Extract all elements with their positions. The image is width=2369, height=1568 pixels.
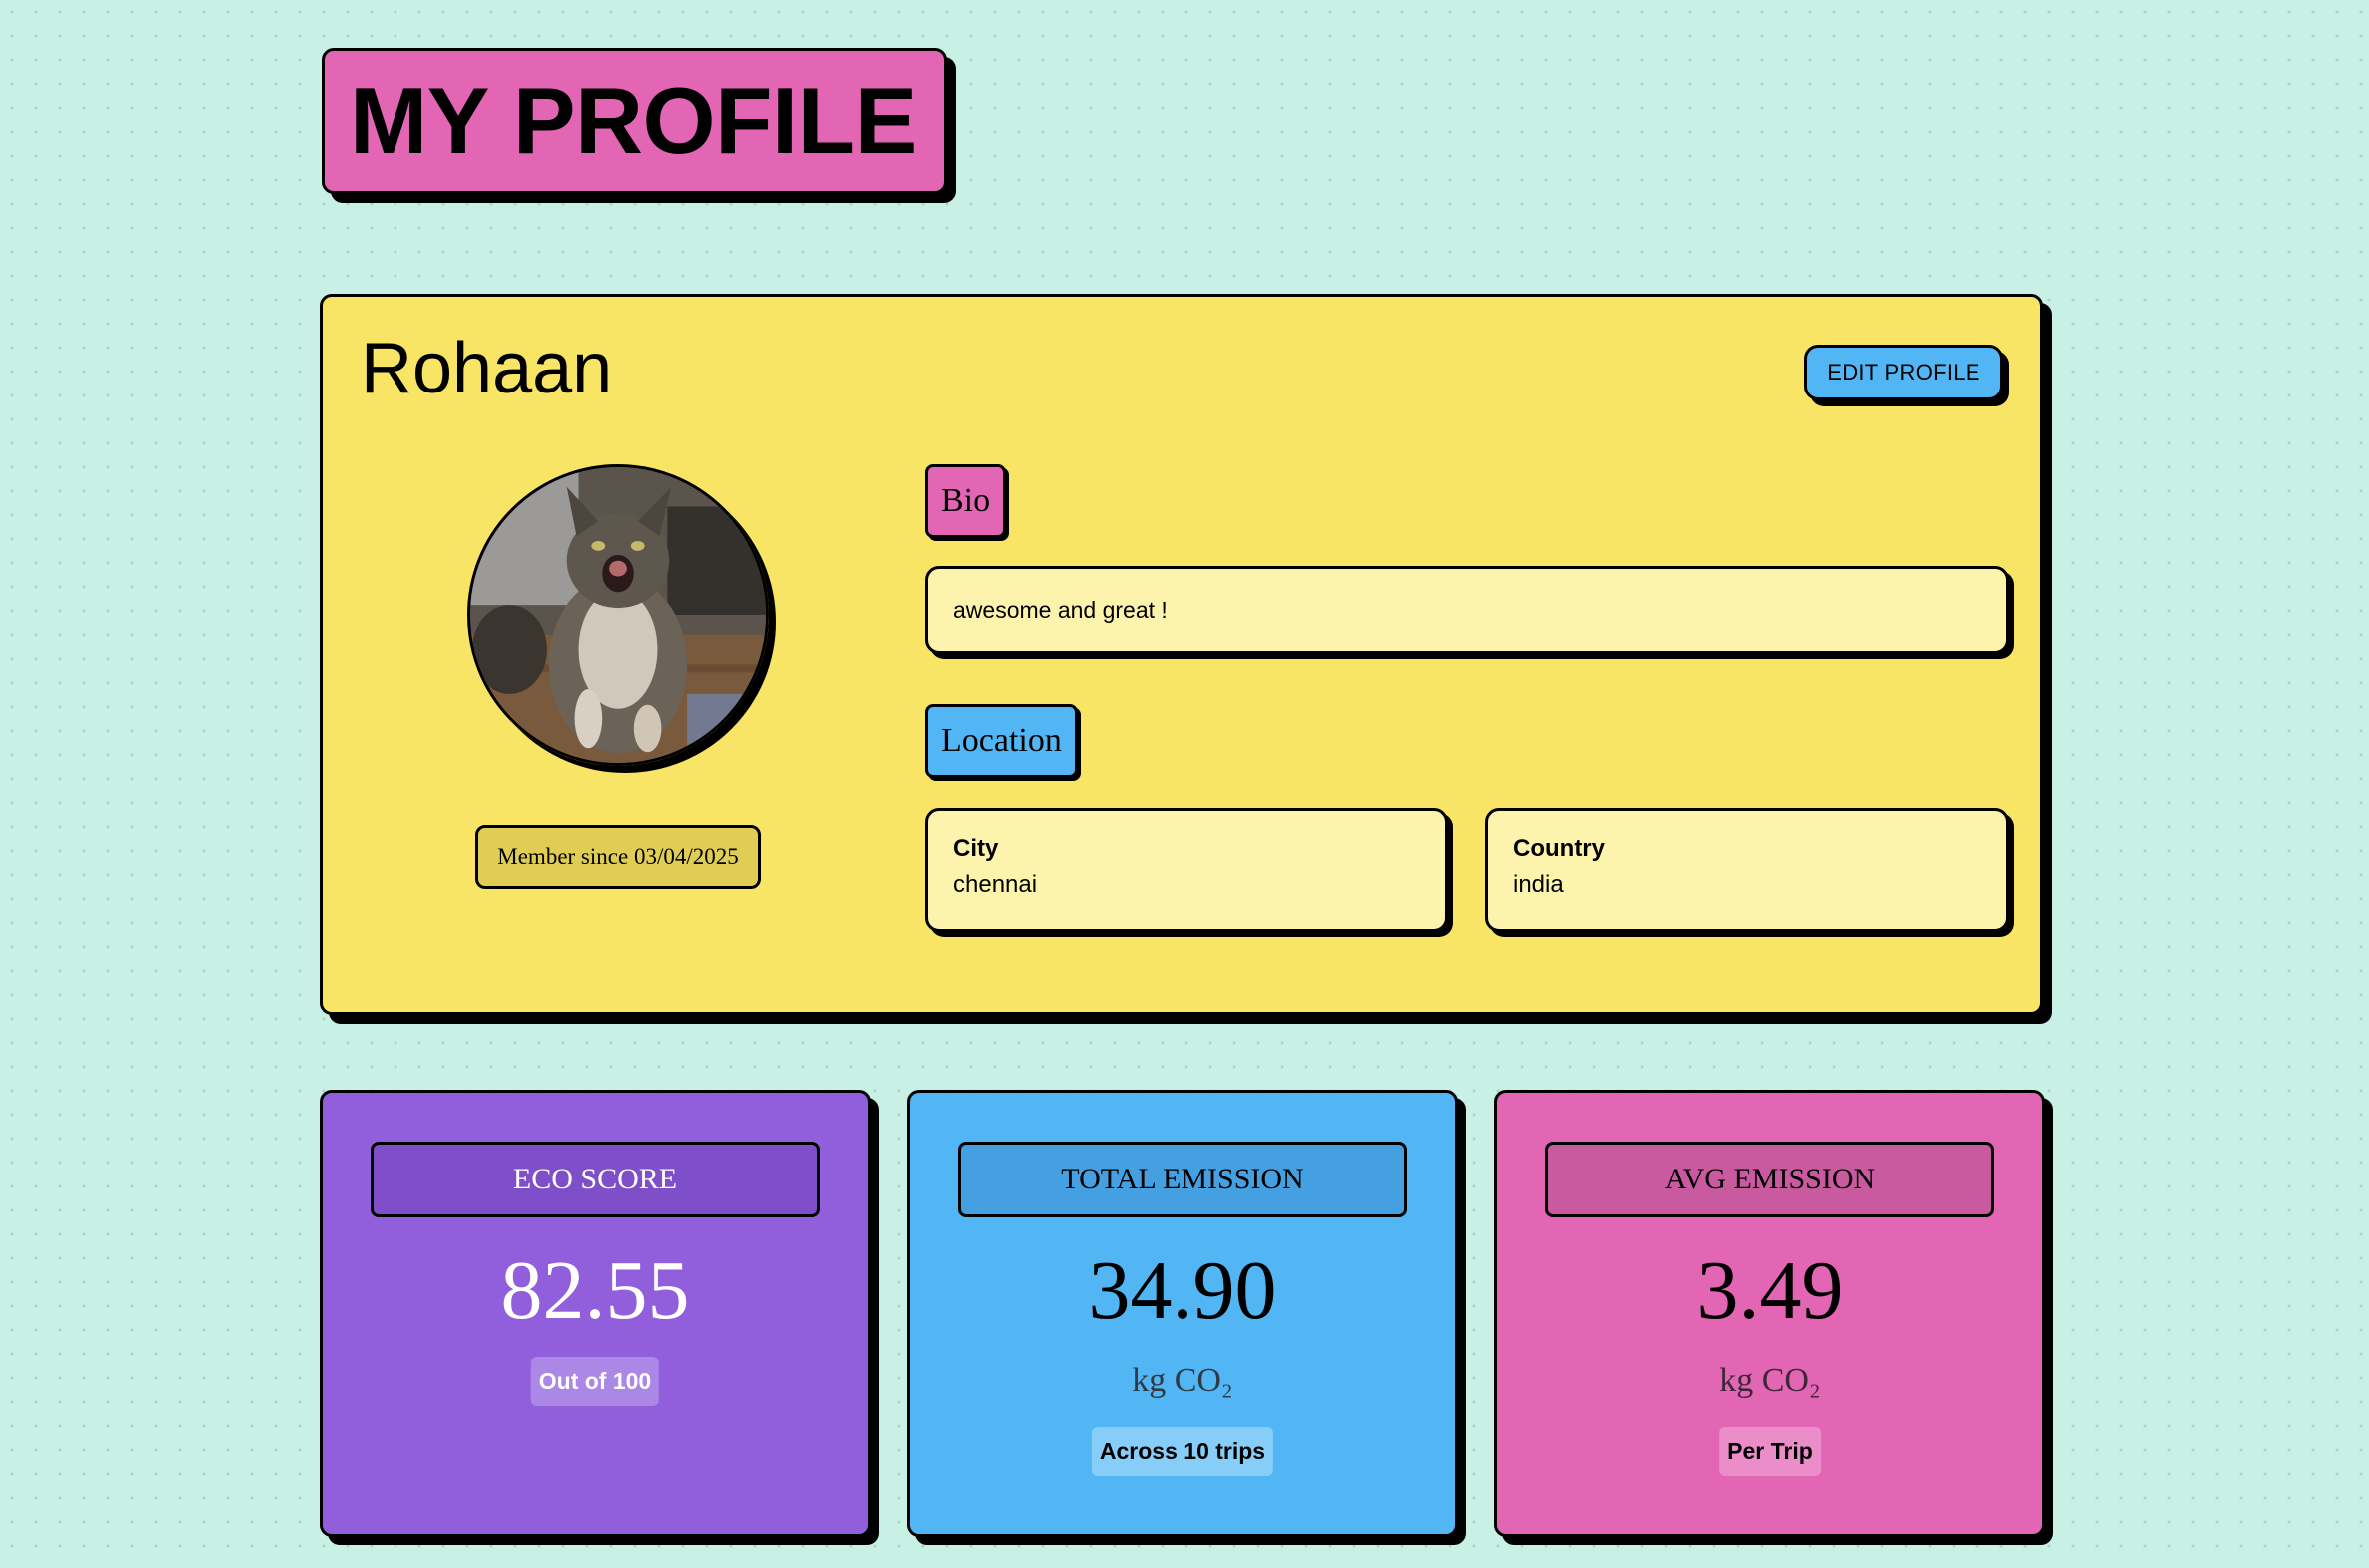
avg-emission-unit: kg CO₂ — [1719, 1362, 1821, 1399]
eco-score-title: ECO SCORE — [371, 1142, 820, 1217]
avg-emission-card: AVG EMISSION 3.49 kg CO₂ Per Trip — [1494, 1090, 2045, 1537]
cat-photo — [470, 467, 766, 763]
city-label: City — [953, 835, 999, 862]
bio-field: awesome and great ! — [925, 566, 2009, 654]
edit-profile-button[interactable]: EDIT PROFILE — [1804, 345, 2003, 400]
avg-emission-title: AVG EMISSION — [1545, 1142, 1994, 1217]
total-emission-unit: kg CO₂ — [1132, 1362, 1233, 1399]
total-emission-title: TOTAL EMISSION — [958, 1142, 1407, 1217]
avg-emission-note: Per Trip — [1719, 1427, 1821, 1476]
bio-label: Bio — [925, 464, 1007, 538]
avg-emission-value: 3.49 — [1696, 1244, 1844, 1337]
eco-score-note: Out of 100 — [530, 1357, 660, 1406]
city-value: chennai — [953, 871, 1038, 898]
country-label: Country — [1513, 835, 1605, 862]
total-emission-value: 34.90 — [1088, 1244, 1277, 1337]
city-field: City chennai — [925, 808, 1448, 932]
eco-score-value: 82.55 — [500, 1244, 690, 1337]
page-title: MY PROFILE — [350, 68, 917, 173]
total-emission-card: TOTAL EMISSION 34.90 kg CO₂ Across 10 tr… — [907, 1090, 1458, 1537]
total-emission-note: Across 10 trips — [1091, 1427, 1274, 1476]
country-field: Country india — [1485, 808, 2009, 932]
location-label: Location — [925, 704, 1078, 778]
page-title-box: MY PROFILE — [322, 48, 947, 195]
country-value: india — [1513, 871, 1564, 898]
avatar — [467, 464, 769, 766]
profile-card: Rohaan EDIT PROFILE Member since 03/04/2… — [320, 294, 2043, 1015]
user-name: Rohaan — [361, 329, 613, 408]
eco-score-card: ECO SCORE 82.55 Out of 100 — [320, 1090, 871, 1537]
bio-text: awesome and great ! — [953, 596, 1168, 623]
member-since-badge: Member since 03/04/2025 — [475, 825, 761, 889]
